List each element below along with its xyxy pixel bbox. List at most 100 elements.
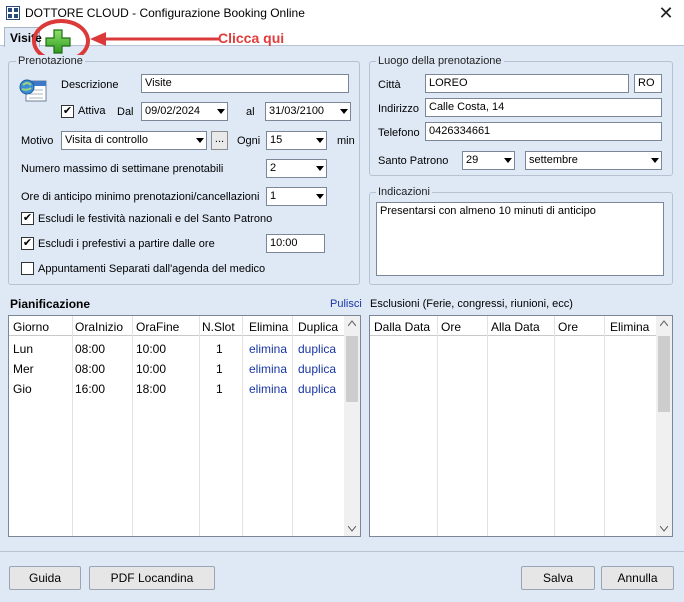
ogni-value: 15: [270, 134, 283, 146]
citta-input[interactable]: LOREO: [425, 74, 629, 93]
col-header-nslot[interactable]: N.Slot: [202, 320, 235, 334]
esclusioni-scrollbar[interactable]: [656, 316, 672, 536]
row-slot[interactable]: 1: [216, 342, 223, 356]
salva-button[interactable]: Salva: [521, 566, 595, 590]
col-header-alla-data[interactable]: Alla Data: [491, 320, 540, 334]
scroll-thumb[interactable]: [346, 336, 358, 402]
col-header-orafine[interactable]: OraFine: [136, 320, 179, 334]
col-header-orainizio[interactable]: OraInizio: [75, 320, 123, 334]
scroll-thumb[interactable]: [658, 336, 670, 412]
escludi-prefestivi-checkbox[interactable]: ✔: [21, 237, 34, 250]
pdf-locandina-button[interactable]: PDF Locandina: [89, 566, 215, 590]
ore-anticipo-label: Ore di anticipo minimo prenotazioni/canc…: [21, 191, 260, 203]
row-giorno[interactable]: Mer: [13, 362, 34, 376]
al-date-picker[interactable]: 31/03/2100: [265, 102, 351, 121]
min-label: min: [337, 135, 355, 147]
col-header-duplica[interactable]: Duplica: [298, 320, 338, 334]
close-button[interactable]: ✕: [654, 2, 678, 24]
col-header-giorno[interactable]: Giorno: [13, 320, 49, 334]
col-header-ore-al[interactable]: Ore: [558, 320, 578, 334]
scroll-down-icon[interactable]: [660, 526, 668, 532]
footer-divider: [0, 551, 684, 552]
motivo-browse-button[interactable]: ...: [211, 131, 228, 150]
provincia-input[interactable]: RO: [634, 74, 662, 93]
row-fine[interactable]: 18:00: [136, 382, 166, 396]
pianificazione-grid: Giorno OraInizio OraFine N.Slot Elimina …: [8, 315, 361, 537]
annulla-button[interactable]: Annulla: [601, 566, 674, 590]
ogni-select[interactable]: 15: [266, 131, 327, 150]
chevron-down-icon: [316, 166, 324, 171]
escludi-prefestivi-label: Escludi i prefestivi a partire dalle ore: [38, 238, 215, 250]
al-date-value: 31/03/2100: [269, 105, 325, 117]
row-elimina-link[interactable]: elimina: [249, 382, 287, 396]
scroll-up-icon[interactable]: [348, 320, 356, 326]
patrono-mese-select[interactable]: settembre: [525, 151, 662, 170]
row-duplica-link[interactable]: duplica: [298, 362, 336, 376]
citta-label: Città: [378, 79, 401, 91]
telefono-input[interactable]: 0426334661: [425, 122, 662, 141]
ore-anticipo-select[interactable]: 1: [266, 187, 327, 206]
chevron-down-icon: [340, 109, 348, 114]
row-slot[interactable]: 1: [216, 362, 223, 376]
row-elimina-link[interactable]: elimina: [249, 342, 287, 356]
indicazioni-textarea[interactable]: Presentarsi con almeno 10 minuti di anti…: [376, 202, 664, 276]
row-giorno[interactable]: Gio: [13, 382, 32, 396]
chevron-down-icon: [217, 109, 225, 114]
dal-label: Dal: [117, 106, 134, 118]
max-settimane-label: Numero massimo di settimane prenotabili: [21, 163, 224, 175]
indirizzo-input[interactable]: Calle Costa, 14: [425, 98, 662, 117]
row-fine[interactable]: 10:00: [136, 362, 166, 376]
motivo-label: Motivo: [21, 135, 54, 147]
escludi-festivita-label: Escludi le festività nazionali e del San…: [38, 213, 273, 225]
row-duplica-link[interactable]: duplica: [298, 342, 336, 356]
patrono-giorno-select[interactable]: 29: [462, 151, 515, 170]
scroll-down-icon[interactable]: [348, 526, 356, 532]
callout-label: Clicca qui: [218, 30, 285, 46]
prefestivi-ore-input[interactable]: 10:00: [266, 234, 325, 253]
descrizione-label: Descrizione: [61, 79, 119, 91]
row-duplica-link[interactable]: duplica: [298, 382, 336, 396]
indirizzo-label: Indirizzo: [378, 103, 419, 115]
ogni-label: Ogni: [237, 135, 261, 147]
appuntamenti-separati-checkbox[interactable]: [21, 262, 34, 275]
pianificazione-title: Pianificazione: [10, 297, 91, 311]
col-header-elimina[interactable]: Elimina: [610, 320, 649, 334]
patrono-giorno-value: 29: [466, 154, 479, 166]
max-settimane-select[interactable]: 2: [266, 159, 327, 178]
escludi-festivita-checkbox[interactable]: ✔: [21, 212, 34, 225]
chevron-down-icon: [196, 138, 204, 143]
row-fine[interactable]: 10:00: [136, 342, 166, 356]
santo-patrono-label: Santo Patrono: [378, 155, 449, 167]
descrizione-input[interactable]: Visite: [141, 74, 349, 93]
row-inizio[interactable]: 08:00: [75, 362, 105, 376]
chevron-down-icon: [504, 158, 512, 163]
guida-button[interactable]: Guida: [9, 566, 81, 590]
attiva-checkbox[interactable]: ✔: [61, 105, 74, 118]
appuntamenti-separati-label: Appuntamenti Separati dall'agenda del me…: [38, 263, 266, 275]
prenotazione-legend: Prenotazione: [16, 55, 85, 67]
pianificazione-scrollbar[interactable]: [344, 316, 360, 536]
row-giorno[interactable]: Lun: [13, 342, 33, 356]
chevron-down-icon: [316, 138, 324, 143]
pulisci-link[interactable]: Pulisci: [330, 298, 362, 310]
row-inizio[interactable]: 08:00: [75, 342, 105, 356]
motivo-value: Visita di controllo: [65, 134, 148, 146]
motivo-select[interactable]: Visita di controllo: [61, 131, 207, 150]
col-header-dalla-data[interactable]: Dalla Data: [374, 320, 430, 334]
window-title: DOTTORE CLOUD - Configurazione Booking O…: [25, 6, 305, 20]
esclusioni-title: Esclusioni (Ferie, congressi, riunioni, …: [370, 298, 573, 310]
luogo-legend: Luogo della prenotazione: [376, 55, 504, 67]
telefono-label: Telefono: [378, 127, 420, 139]
col-header-elimina[interactable]: Elimina: [249, 320, 288, 334]
col-header-ore-dal[interactable]: Ore: [441, 320, 461, 334]
dal-date-value: 09/02/2024: [145, 105, 201, 117]
row-slot[interactable]: 1: [216, 382, 223, 396]
arrow-left-icon: [90, 32, 220, 46]
chevron-down-icon: [651, 158, 659, 163]
al-label: al: [246, 106, 255, 118]
dal-date-picker[interactable]: 09/02/2024: [141, 102, 228, 121]
scroll-up-icon[interactable]: [660, 320, 668, 326]
row-inizio[interactable]: 16:00: [75, 382, 105, 396]
row-elimina-link[interactable]: elimina: [249, 362, 287, 376]
patrono-mese-value: settembre: [529, 154, 578, 166]
